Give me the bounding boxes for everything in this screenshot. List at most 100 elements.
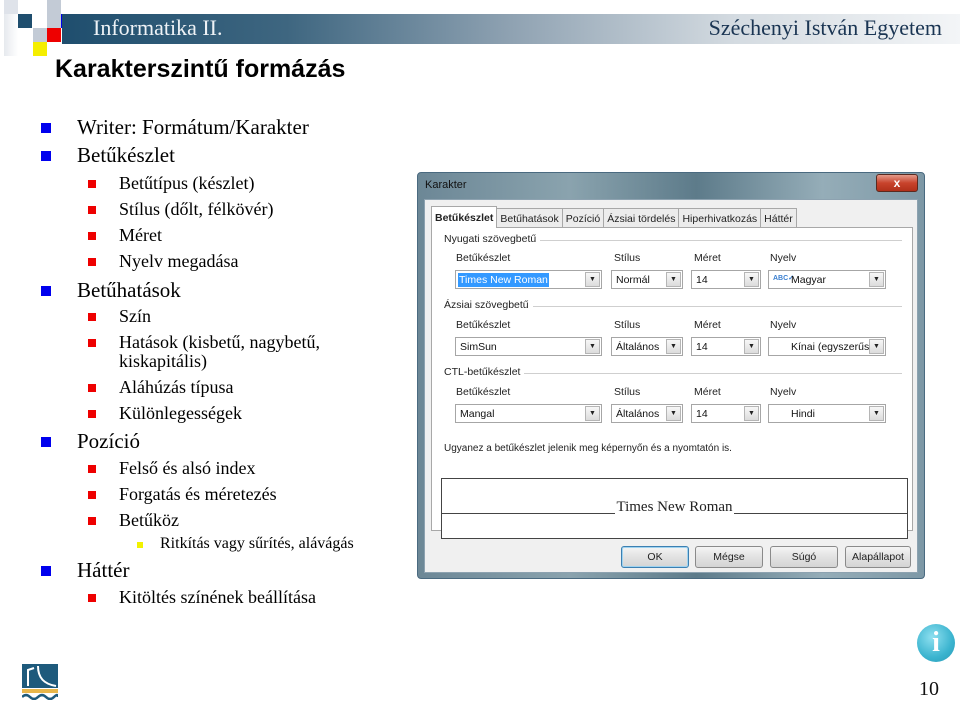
bullet-item-continuation: kiskapitális): [119, 352, 207, 370]
language-label: Nyelv: [770, 319, 797, 331]
cancel-button[interactable]: Mégse: [695, 546, 763, 568]
dropdown-arrow-icon[interactable]: ▼: [744, 272, 759, 287]
dropdown-arrow-icon[interactable]: ▼: [585, 272, 600, 287]
font-label: Betűkészlet: [456, 252, 511, 264]
close-icon: x: [893, 176, 901, 190]
dropdown-arrow-icon[interactable]: ▼: [585, 339, 600, 354]
language-label: Nyelv: [770, 252, 797, 264]
bullet-square-icon: [41, 123, 51, 133]
ctl-font-combo[interactable]: Mangal ▼: [455, 404, 602, 423]
slide-title: Karakterszintű formázás: [55, 55, 346, 83]
help-button[interactable]: Súgó: [770, 546, 838, 568]
western-language-combo[interactable]: ABC✓ Magyar ▼: [768, 270, 886, 289]
asian-language-combo[interactable]: Kínai (egyszerűsít ▼: [768, 337, 886, 356]
western-style-combo[interactable]: Normál ▼: [611, 270, 683, 289]
style-label: Stílus: [614, 386, 641, 398]
ctl-style-value: Általános: [616, 408, 660, 420]
info-icon[interactable]: i: [917, 624, 955, 662]
reset-button[interactable]: Alapállapot: [845, 546, 911, 568]
bullet-item: Különlegességek: [88, 403, 242, 423]
section-label-asian: Ázsiai szövegbetű: [444, 299, 533, 311]
bullet-text: Hatások (kisbetű, nagybetű,: [119, 332, 320, 352]
close-button[interactable]: x: [876, 174, 918, 192]
dropdown-arrow-icon[interactable]: ▼: [869, 272, 884, 287]
ctl-language-combo[interactable]: Hindi ▼: [768, 404, 886, 423]
tab-hiperhivatkozas[interactable]: Hiperhivatkozás: [678, 208, 762, 228]
bullet-item: Forgatás és méretezés: [88, 485, 277, 503]
info-text: Ugyanez a betűkészlet jelenik meg képern…: [444, 443, 732, 454]
western-size-value: 14: [696, 274, 708, 286]
bullet-text: Betűkészlet: [77, 143, 175, 167]
bullet-text: Különlegességek: [119, 403, 242, 423]
bullet-text: Stílus (dőlt, félkövér): [119, 199, 274, 219]
size-label: Méret: [694, 319, 721, 331]
section-label-western: Nyugati szövegbetű: [444, 233, 541, 245]
bullet-text: Aláhúzás típusa: [119, 377, 234, 397]
dropdown-arrow-icon[interactable]: ▼: [869, 406, 884, 421]
university-logo-icon: [21, 664, 60, 701]
asian-language-value: Kínai (egyszerűsít: [791, 341, 876, 353]
bullet-square-icon: [88, 410, 96, 418]
style-label: Stílus: [614, 252, 641, 264]
bullet-item: Háttér: [41, 558, 130, 582]
bullet-square-icon: [88, 491, 96, 499]
size-label: Méret: [694, 386, 721, 398]
asian-style-value: Általános: [616, 341, 660, 353]
dropdown-arrow-icon[interactable]: ▼: [744, 406, 759, 421]
bullet-item: Szín: [88, 307, 151, 325]
size-label: Méret: [694, 252, 721, 264]
font-label: Betűkészlet: [456, 319, 511, 331]
dropdown-arrow-icon[interactable]: ▼: [744, 339, 759, 354]
dropdown-arrow-icon[interactable]: ▼: [869, 339, 884, 354]
preview-text: Times New Roman: [615, 499, 734, 515]
ctl-size-combo[interactable]: 14 ▼: [691, 404, 761, 423]
bullet-text: Ritkítás vagy sűrítés, alávágás: [160, 535, 354, 552]
tab-pozicio[interactable]: Pozíció: [561, 208, 605, 228]
dialog-titlebar[interactable]: Karakter x: [418, 173, 924, 197]
western-size-combo[interactable]: 14 ▼: [691, 270, 761, 289]
asian-style-combo[interactable]: Általános ▼: [611, 337, 683, 356]
bullet-text: Betűhatások: [77, 278, 181, 302]
asian-font-combo[interactable]: SimSun ▼: [455, 337, 602, 356]
tab-hatter[interactable]: Háttér: [760, 208, 797, 228]
bullet-square-icon: [41, 286, 51, 296]
bullet-item: Aláhúzás típusa: [88, 377, 234, 397]
asian-font-value: SimSun: [460, 341, 497, 353]
font-preview: Times New Roman: [441, 478, 908, 539]
dropdown-arrow-icon[interactable]: ▼: [666, 406, 681, 421]
dropdown-arrow-icon[interactable]: ▼: [666, 272, 681, 287]
bullet-square-icon: [88, 258, 96, 266]
bullet-text: kiskapitális): [119, 351, 207, 371]
bullet-item: Pozíció: [41, 431, 140, 452]
bullet-item: Betűköz: [88, 511, 179, 529]
bullet-square-icon: [41, 566, 51, 576]
page-number: 10: [919, 678, 939, 700]
bullet-text: Writer: Formátum/Karakter: [77, 115, 309, 139]
bullet-square-icon: [41, 151, 51, 161]
ctl-size-value: 14: [696, 408, 708, 420]
bullet-item: Méret: [88, 225, 162, 245]
bullet-square-icon: [88, 180, 96, 188]
font-label: Betűkészlet: [456, 386, 511, 398]
western-font-combo[interactable]: Times New Roman ▼: [455, 270, 602, 289]
bullet-square-icon: [41, 437, 51, 447]
tab-betuhatasok[interactable]: Betűhatások: [496, 208, 563, 228]
dropdown-arrow-icon[interactable]: ▼: [585, 406, 600, 421]
tab-betukeszlet[interactable]: Betűkészlet: [431, 206, 498, 228]
ok-button[interactable]: OK: [621, 546, 689, 568]
bullet-square-icon: [88, 313, 96, 321]
bullet-item: Kitöltés színének beállítása: [88, 588, 316, 606]
bullet-square-icon: [88, 339, 96, 347]
dropdown-arrow-icon[interactable]: ▼: [666, 339, 681, 354]
ctl-style-combo[interactable]: Általános ▼: [611, 404, 683, 423]
section-label-ctl: CTL-betűkészlet: [444, 366, 525, 378]
asian-size-combo[interactable]: 14 ▼: [691, 337, 761, 356]
bullet-text: Háttér: [77, 558, 130, 582]
tab-azsiai-tordeles[interactable]: Ázsiai tördelés: [603, 208, 680, 228]
western-style-value: Normál: [616, 274, 650, 286]
dialog-title: Karakter: [425, 179, 467, 191]
bullet-text: Méret: [119, 225, 162, 245]
western-language-value: Magyar: [791, 274, 827, 286]
bullet-item: Stílus (dőlt, félkövér): [88, 199, 274, 219]
bullet-item: Betűtípus (készlet): [88, 174, 254, 192]
